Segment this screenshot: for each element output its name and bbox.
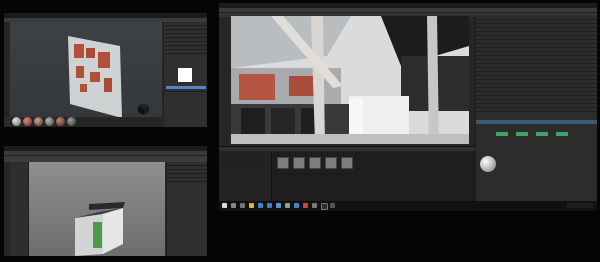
edge-icon[interactable] bbox=[258, 203, 263, 208]
folder-tree[interactable] bbox=[219, 151, 272, 202]
material-shelf[interactable] bbox=[10, 117, 162, 127]
content-browser[interactable] bbox=[219, 146, 475, 202]
modeling-window[interactable] bbox=[4, 146, 207, 256]
asset-thumbnail[interactable] bbox=[341, 157, 353, 169]
search-icon[interactable] bbox=[231, 203, 236, 208]
texture-preview bbox=[178, 68, 192, 82]
material-ball[interactable] bbox=[45, 117, 54, 126]
system-tray[interactable] bbox=[567, 203, 593, 208]
render-window[interactable] bbox=[219, 3, 597, 211]
app-icon[interactable] bbox=[285, 203, 290, 208]
color-swatch[interactable] bbox=[516, 132, 528, 136]
store-icon[interactable] bbox=[267, 203, 272, 208]
selected-layer[interactable] bbox=[166, 86, 206, 89]
material-ball[interactable] bbox=[23, 117, 32, 126]
task-view-icon[interactable] bbox=[240, 203, 245, 208]
selected-row[interactable] bbox=[476, 120, 597, 124]
taskbar[interactable] bbox=[219, 201, 597, 211]
outliner-panel[interactable] bbox=[10, 162, 29, 256]
explorer-icon[interactable] bbox=[249, 203, 254, 208]
app-icon[interactable] bbox=[330, 203, 335, 208]
material-ball[interactable] bbox=[12, 117, 21, 126]
app-icon[interactable] bbox=[294, 203, 299, 208]
asset-thumbnail[interactable] bbox=[309, 157, 321, 169]
cube-object bbox=[138, 103, 149, 115]
properties-panel[interactable] bbox=[163, 22, 207, 127]
app-icon[interactable] bbox=[303, 203, 308, 208]
building-mesh bbox=[75, 202, 125, 256]
asset-thumbnail[interactable] bbox=[325, 157, 337, 169]
color-swatch[interactable] bbox=[556, 132, 568, 136]
mail-icon[interactable] bbox=[276, 203, 281, 208]
render-viewport[interactable] bbox=[231, 16, 469, 144]
3d-viewport[interactable] bbox=[10, 22, 162, 117]
color-swatch[interactable] bbox=[496, 132, 508, 136]
3d-viewport[interactable] bbox=[29, 162, 165, 256]
details-panel[interactable] bbox=[475, 16, 597, 211]
windows-icon[interactable] bbox=[222, 203, 227, 208]
app-icon[interactable] bbox=[321, 203, 328, 210]
left-toolbar[interactable] bbox=[4, 22, 9, 117]
asset-thumbnail[interactable] bbox=[277, 157, 289, 169]
material-preview bbox=[480, 156, 496, 172]
attribute-editor[interactable] bbox=[166, 162, 207, 256]
material-ball[interactable] bbox=[56, 117, 65, 126]
color-swatch[interactable] bbox=[536, 132, 548, 136]
material-ball[interactable] bbox=[67, 117, 76, 126]
asset-thumbnail[interactable] bbox=[293, 157, 305, 169]
interior-scene bbox=[231, 16, 469, 144]
material-ball[interactable] bbox=[34, 117, 43, 126]
substance-window[interactable] bbox=[4, 13, 207, 127]
app-icon[interactable] bbox=[312, 203, 317, 208]
